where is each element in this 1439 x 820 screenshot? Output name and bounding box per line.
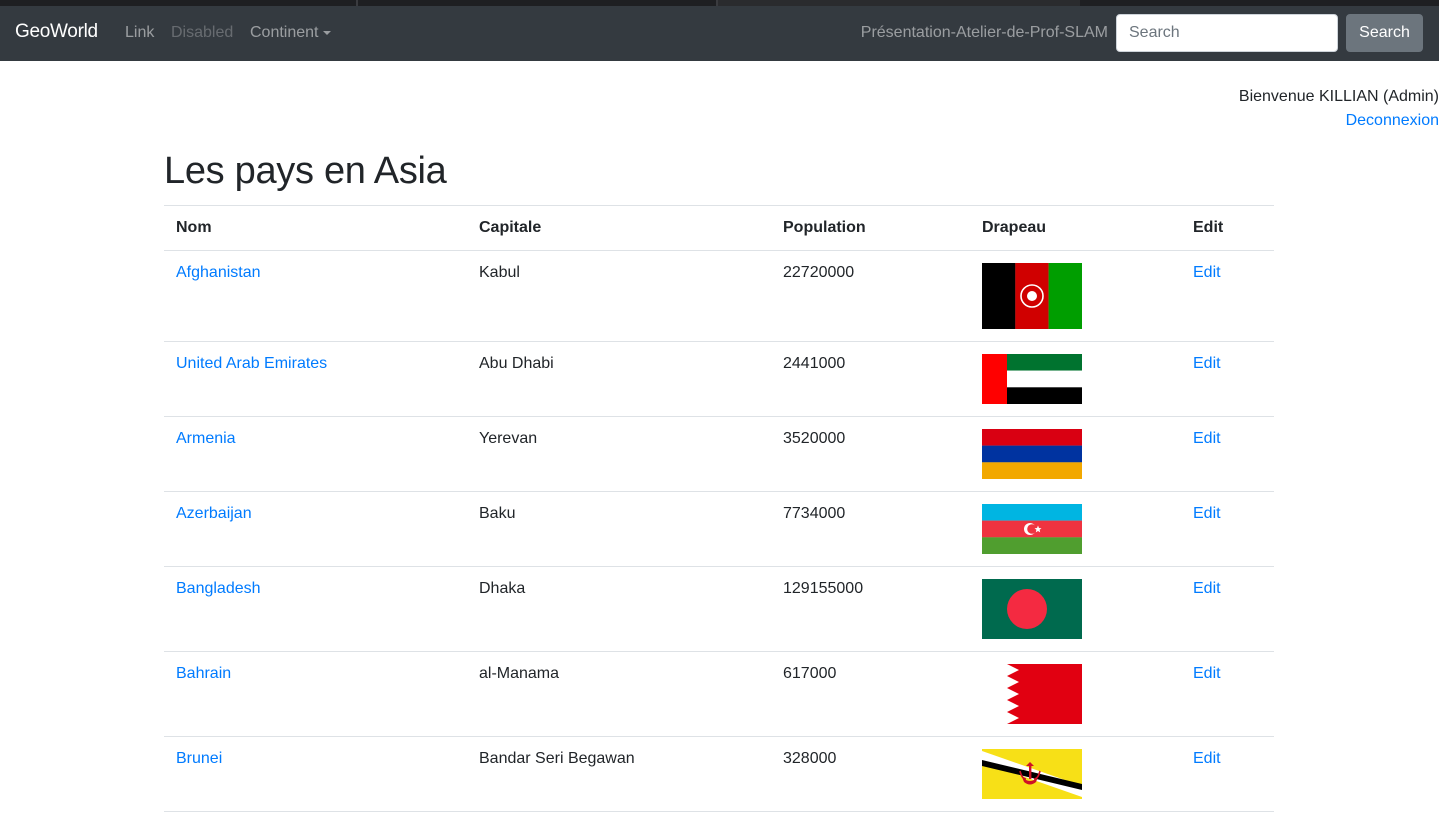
search-input[interactable] <box>1116 14 1338 52</box>
capital-cell: Kabul <box>467 250 771 342</box>
country-name-link[interactable]: United Arab Emirates <box>176 355 327 372</box>
column-header-drapeau: Drapeau <box>970 205 1181 251</box>
population-cell: 617000 <box>771 651 970 737</box>
country-name-link[interactable]: Afghanistan <box>176 264 261 281</box>
table-row: Afghanistan Kabul 22720000 Edit <box>164 250 1274 342</box>
edit-link[interactable]: Edit <box>1193 430 1221 447</box>
page-title: Les pays en Asia <box>164 150 447 192</box>
brunei-flag-icon <box>982 749 1082 799</box>
edit-link[interactable]: Edit <box>1193 665 1221 682</box>
search-button[interactable]: Search <box>1346 14 1423 52</box>
table-row: Bahrain al-Manama 617000 Edit <box>164 651 1274 737</box>
country-name-link[interactable]: Brunei <box>176 750 222 767</box>
nav-link[interactable]: Link <box>125 24 154 42</box>
table-row: Brunei Bandar Seri Begawan 328000 Edit <box>164 736 1274 812</box>
edit-link[interactable]: Edit <box>1193 505 1221 522</box>
afghanistan-flag-icon <box>982 263 1082 329</box>
edit-link[interactable]: Edit <box>1193 355 1221 372</box>
population-cell: 129155000 <box>771 566 970 652</box>
capital-cell: Baku <box>467 491 771 567</box>
continent-dropdown[interactable]: Continent <box>250 24 331 42</box>
population-cell: 7734000 <box>771 491 970 567</box>
table-row: Azerbaijan Baku 7734000 Edit <box>164 491 1274 567</box>
table-row: Bangladesh Dhaka 129155000 Edit <box>164 566 1274 652</box>
navbar: GeoWorld Link Disabled Continent Présent… <box>0 6 1439 61</box>
population-cell: 2441000 <box>771 341 970 417</box>
logout-link[interactable]: Deconnexion <box>1346 112 1439 130</box>
column-header-capitale: Capitale <box>467 205 771 251</box>
table-row: United Arab Emirates Abu Dhabi 2441000 E… <box>164 341 1274 417</box>
country-name-link[interactable]: Armenia <box>176 430 236 447</box>
edit-link[interactable]: Edit <box>1193 264 1221 281</box>
continent-dropdown-label: Continent <box>250 24 319 41</box>
capital-cell: Yerevan <box>467 416 771 492</box>
country-name-link[interactable]: Bahrain <box>176 665 231 682</box>
nav-link-disabled: Disabled <box>171 24 234 41</box>
azerbaijan-flag-icon <box>982 504 1082 554</box>
population-cell: 328000 <box>771 736 970 812</box>
armenia-flag-icon <box>982 429 1082 479</box>
countries-table: Nom Capitale Population Drapeau Edit Afg… <box>164 205 1274 812</box>
country-name-link[interactable]: Bangladesh <box>176 580 261 597</box>
column-header-population: Population <box>771 205 970 251</box>
chevron-down-icon <box>322 30 331 35</box>
brand-logo[interactable]: GeoWorld <box>15 21 98 43</box>
uae-flag-icon <box>982 354 1082 404</box>
population-cell: 3520000 <box>771 416 970 492</box>
capital-cell: al-Manama <box>467 651 771 737</box>
bahrain-flag-icon <box>982 664 1082 724</box>
project-label[interactable]: Présentation-Atelier-de-Prof-SLAM <box>861 24 1108 42</box>
country-name-link[interactable]: Azerbaijan <box>176 505 252 522</box>
capital-cell: Dhaka <box>467 566 771 652</box>
table-header-row: Nom Capitale Population Drapeau Edit <box>164 205 1274 251</box>
population-cell: 22720000 <box>771 250 970 342</box>
capital-cell: Bandar Seri Begawan <box>467 736 771 812</box>
column-header-edit: Edit <box>1181 205 1274 251</box>
welcome-text: Bienvenue KILLIAN (Admin) <box>1238 88 1439 105</box>
capital-cell: Abu Dhabi <box>467 341 771 417</box>
edit-link[interactable]: Edit <box>1193 750 1221 767</box>
edit-link[interactable]: Edit <box>1193 580 1221 597</box>
bangladesh-flag-icon <box>982 579 1082 639</box>
column-header-nom: Nom <box>164 205 467 251</box>
table-row: Armenia Yerevan 3520000 Edit <box>164 416 1274 492</box>
